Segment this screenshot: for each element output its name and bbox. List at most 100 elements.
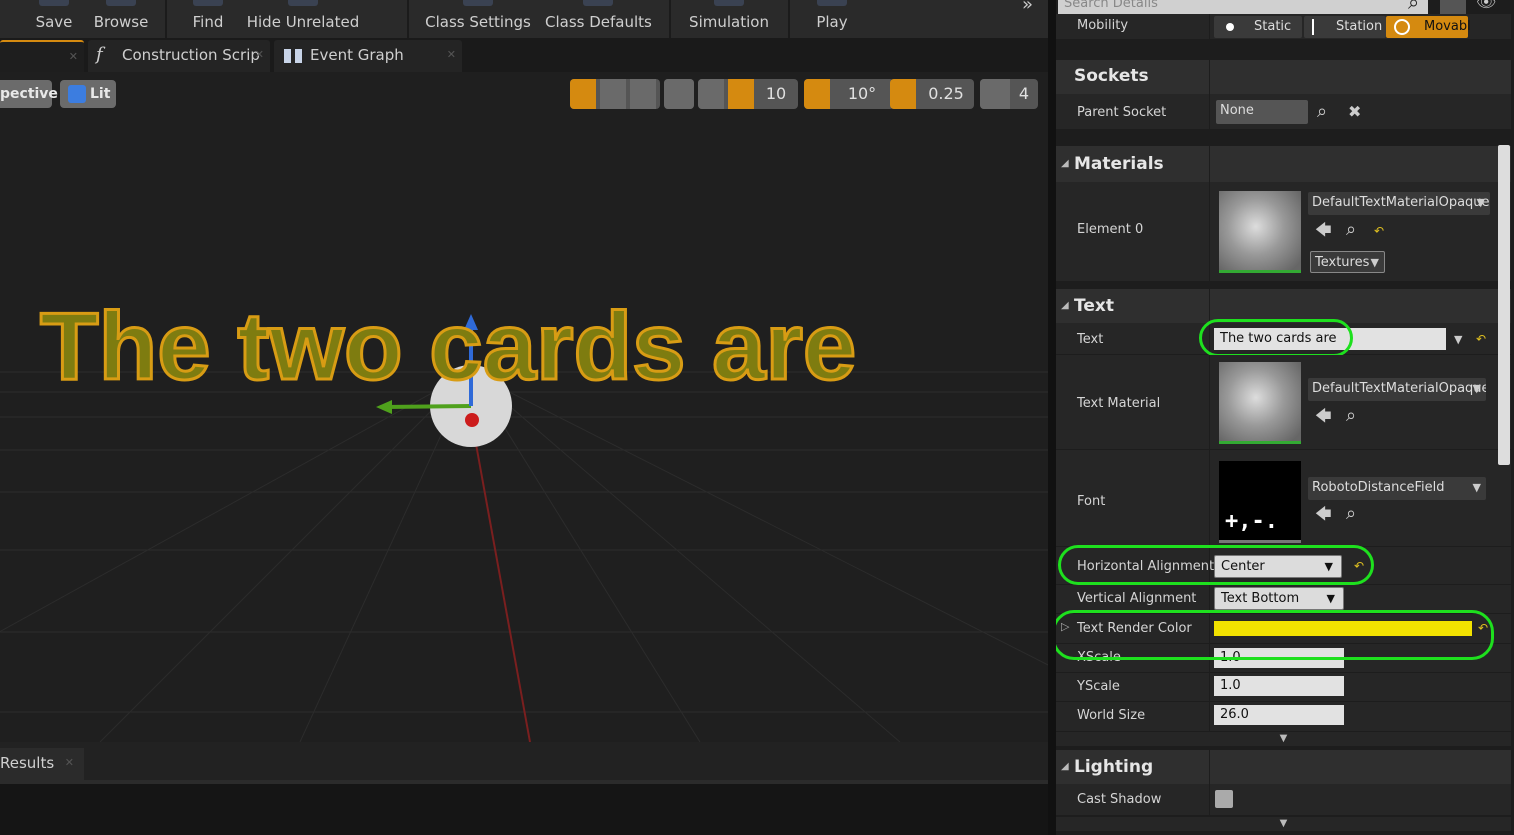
browse-search-icon[interactable]: ⌕ bbox=[1346, 505, 1356, 523]
chevron-down-icon: ▼ bbox=[1472, 382, 1481, 395]
simulation-icon bbox=[714, 0, 744, 6]
collapse-triangle-icon: ◢ bbox=[1061, 761, 1069, 772]
find-button[interactable]: Find bbox=[186, 0, 230, 38]
search-icon[interactable]: ⌕ bbox=[1408, 0, 1419, 12]
world-local-toggle[interactable] bbox=[664, 79, 694, 109]
search-details-input[interactable]: Search Details bbox=[1058, 0, 1428, 14]
view-options-icon[interactable] bbox=[1440, 0, 1466, 14]
yscale-input[interactable]: 1.0 bbox=[1214, 676, 1344, 696]
use-selected-arrow-icon[interactable]: 🡄 bbox=[1315, 222, 1332, 238]
mobility-static[interactable]: Static bbox=[1214, 16, 1302, 38]
reset-to-default-icon[interactable]: ↶ bbox=[1374, 224, 1384, 238]
browse-icon bbox=[106, 0, 136, 6]
textures-dropdown[interactable]: Textures ▼ bbox=[1310, 251, 1385, 273]
mobility-stationary[interactable]: Station bbox=[1304, 16, 1386, 38]
camera-icon bbox=[980, 79, 1010, 109]
expand-advanced-icon[interactable]: ▼ bbox=[1056, 817, 1511, 831]
chevron-down-icon: ▼ bbox=[1370, 256, 1379, 269]
chevron-down-icon: ▼ bbox=[1476, 196, 1485, 209]
font-glyph-preview: +,-. bbox=[1225, 509, 1278, 534]
cast-shadow-checkbox[interactable] bbox=[1215, 790, 1233, 808]
text-category[interactable]: ◢ Text bbox=[1056, 289, 1511, 323]
surface-snap-icon[interactable] bbox=[698, 79, 724, 109]
mobility-movable[interactable]: Movabl bbox=[1386, 16, 1471, 38]
tab-results[interactable]: Results ✕ bbox=[0, 748, 84, 780]
scale-snap: 0.25 bbox=[890, 79, 974, 109]
scale-snap-icon[interactable] bbox=[890, 79, 916, 109]
viewport-scene: The two cards are bbox=[0, 292, 1048, 742]
chevron-down-icon: ▼ bbox=[1326, 592, 1335, 605]
text-render-preview: The two cards are bbox=[40, 293, 856, 400]
lit-button[interactable]: Lit bbox=[60, 80, 116, 108]
translate-icon[interactable] bbox=[570, 79, 596, 109]
tab-close-icon[interactable]: ✕ bbox=[69, 42, 78, 72]
scale-icon[interactable] bbox=[630, 79, 656, 109]
browse-button[interactable]: Browse bbox=[90, 0, 152, 38]
x-axis-handle bbox=[465, 413, 479, 427]
rotation-snap-value[interactable]: 10° bbox=[834, 79, 890, 109]
clear-icon[interactable]: ✖ bbox=[1348, 104, 1361, 120]
panel-divider[interactable] bbox=[1048, 0, 1056, 835]
toolbar-overflow-icon[interactable]: » bbox=[1022, 0, 1033, 15]
details-panel: Search Details ⌕ 👁 Mobility Static Stati… bbox=[1056, 0, 1514, 835]
eye-icon[interactable]: 👁 bbox=[1476, 0, 1496, 10]
movable-icon bbox=[1394, 19, 1410, 35]
tab-event-graph[interactable]: Event Graph ✕ bbox=[274, 40, 462, 72]
font-thumbnail[interactable]: +,-. bbox=[1219, 461, 1301, 543]
chevron-down-icon: ▼ bbox=[1472, 481, 1481, 494]
text-material-thumbnail[interactable] bbox=[1219, 362, 1301, 444]
rotation-snap: 10° bbox=[804, 79, 894, 109]
tab-close-icon[interactable]: ✕ bbox=[65, 748, 74, 778]
highlight-text-render-color bbox=[1056, 610, 1494, 660]
use-selected-arrow-icon[interactable]: 🡄 bbox=[1315, 506, 1332, 522]
results-panel bbox=[0, 780, 1048, 835]
cube-icon bbox=[664, 79, 694, 109]
scale-snap-value[interactable]: 0.25 bbox=[920, 79, 972, 109]
grid-snap: 10 bbox=[698, 79, 798, 109]
search-icon[interactable]: ⌕ bbox=[1317, 103, 1327, 121]
cast-shadow-row: Cast Shadow bbox=[1056, 784, 1511, 816]
highlight-horizontal-alignment bbox=[1058, 545, 1374, 585]
text-material-dropdown[interactable]: DefaultTextMaterialOpaque ▼ bbox=[1308, 378, 1486, 401]
angle-icon[interactable] bbox=[804, 79, 830, 109]
grid-icon[interactable] bbox=[728, 79, 754, 109]
camera-speed[interactable]: 4 bbox=[980, 79, 1038, 109]
class-settings-button[interactable]: Class Settings bbox=[424, 0, 532, 38]
grid-snap-value[interactable]: 10 bbox=[756, 79, 796, 109]
sockets-category[interactable]: Sockets bbox=[1056, 60, 1511, 94]
viewport[interactable]: The two cards are pective Lit 10 10° 0.2… bbox=[0, 72, 1048, 742]
class-settings-icon bbox=[463, 0, 493, 6]
expand-advanced-icon[interactable]: ▼ bbox=[1056, 732, 1511, 746]
details-scrollbar[interactable] bbox=[1498, 145, 1510, 465]
reset-to-default-icon[interactable]: ↶ bbox=[1476, 332, 1486, 346]
simulation-button[interactable]: Simulation bbox=[688, 0, 770, 38]
chevron-down-icon[interactable]: ▼ bbox=[1454, 332, 1462, 348]
materials-category[interactable]: ◢ Materials bbox=[1056, 146, 1511, 182]
tab-close-icon[interactable]: ✕ bbox=[447, 40, 456, 70]
tab-viewport[interactable]: ✕ bbox=[0, 40, 84, 72]
vertical-alignment-dropdown[interactable]: Text Bottom ▼ bbox=[1214, 587, 1344, 610]
save-button[interactable]: Save bbox=[30, 0, 78, 38]
use-selected-arrow-icon[interactable]: 🡄 bbox=[1315, 408, 1332, 424]
collapse-triangle-icon: ◢ bbox=[1061, 158, 1069, 169]
highlight-text-field bbox=[1199, 319, 1353, 357]
browse-search-icon[interactable]: ⌕ bbox=[1346, 221, 1356, 239]
results-tab-bar: Results ✕ bbox=[0, 742, 1048, 780]
world-size-input[interactable]: 26.0 bbox=[1214, 705, 1344, 725]
lighting-category[interactable]: ◢ Lighting bbox=[1056, 750, 1511, 784]
hide-unrelated-button[interactable]: Hide Unrelated bbox=[246, 0, 360, 38]
function-icon: f bbox=[96, 44, 103, 65]
rotate-icon[interactable] bbox=[600, 79, 626, 109]
perspective-button[interactable]: pective bbox=[0, 80, 58, 108]
tab-construction-script[interactable]: f Construction Scrip ✕ bbox=[88, 40, 270, 72]
material-thumbnail[interactable] bbox=[1219, 191, 1301, 273]
font-dropdown[interactable]: RobotoDistanceField ▼ bbox=[1308, 477, 1486, 500]
element-0-material-dropdown[interactable]: DefaultTextMaterialOpaque ▼ bbox=[1308, 192, 1490, 215]
play-button[interactable]: Play bbox=[810, 0, 854, 38]
parent-socket-field[interactable]: None bbox=[1216, 100, 1308, 124]
class-defaults-button[interactable]: Class Defaults bbox=[545, 0, 652, 38]
tab-close-icon[interactable]: ✕ bbox=[255, 40, 264, 70]
main-toolbar: Save Browse Find Hide Unrelated Class Se… bbox=[0, 0, 1048, 38]
static-icon bbox=[1226, 23, 1234, 31]
browse-search-icon[interactable]: ⌕ bbox=[1346, 407, 1356, 425]
